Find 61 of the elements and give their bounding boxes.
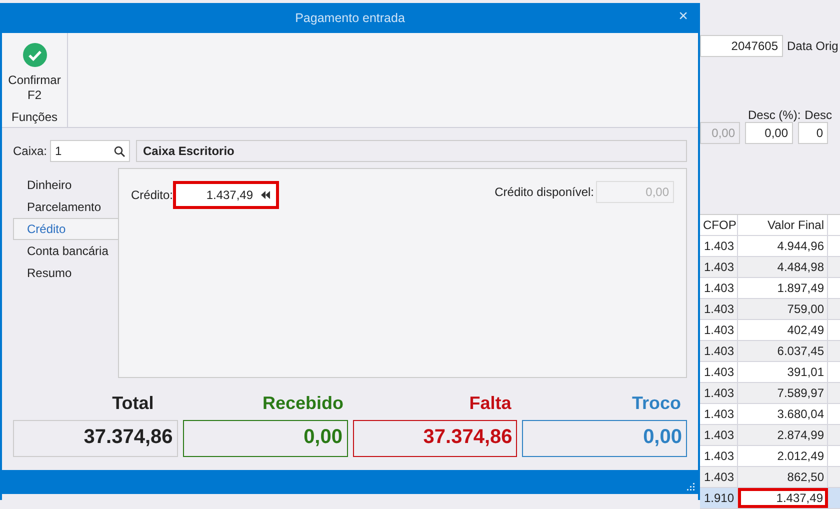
table-cell: 862,50 <box>738 467 828 487</box>
table-row[interactable]: 1.403 391,01 <box>700 362 840 383</box>
table-cell: 4.484,98 <box>738 257 828 277</box>
summary-label: Recebido <box>262 393 344 414</box>
nav-tab[interactable]: Crédito <box>13 218 118 240</box>
table-cell: 759,00 <box>738 299 828 319</box>
table-cell: 3.680,04 <box>738 404 828 424</box>
summary-value: 37.374,86 <box>352 420 518 457</box>
table-cell: 2.012,49 <box>738 446 828 466</box>
column-header: Valor Final <box>738 215 828 235</box>
summary-value: 37.374,86 <box>13 420 178 457</box>
table-row[interactable]: 1.910 1.437,49 <box>700 488 840 509</box>
credit-field[interactable]: 1.437,49 <box>173 181 280 209</box>
search-icon[interactable] <box>114 146 126 156</box>
table-cell: 1.437,49 <box>738 488 828 508</box>
table-row[interactable]: 1.403 1.897,49 <box>700 278 840 299</box>
table-row[interactable]: 1.403 4.944,96 <box>700 236 840 257</box>
resize-grip-icon[interactable] <box>687 483 695 491</box>
discount-label: Desc <box>804 108 832 122</box>
table-row[interactable]: 1.403 759,00 <box>700 299 840 320</box>
table-cell: 6.037,45 <box>738 341 828 361</box>
summary-value: 0,00 <box>522 420 687 457</box>
close-button[interactable]: × <box>678 8 688 26</box>
table-cell: 2.874,99 <box>738 425 828 445</box>
check-circle-icon <box>22 43 46 67</box>
group-label: Funções <box>11 110 58 124</box>
table-row[interactable]: 1.403 2.012,49 <box>700 446 840 467</box>
table-row[interactable]: 1.403 7.589,97 <box>700 383 840 404</box>
table-row[interactable]: 1.403 402,49 <box>700 320 840 341</box>
table-cell: 1.897,49 <box>738 278 828 298</box>
table-row[interactable]: 1.403 862,50 <box>700 467 840 488</box>
credit-label: Crédito: <box>131 188 174 202</box>
nav-tab[interactable]: Resumo <box>13 262 118 284</box>
table-row[interactable]: 1.403 6.037,45 <box>700 341 840 362</box>
nav-tab[interactable]: Dinheiro <box>13 174 118 196</box>
summary-value: 0,00 <box>182 420 348 457</box>
nav-tab[interactable]: Conta bancária <box>13 240 118 262</box>
rewind-icon[interactable] <box>261 191 270 199</box>
table-row[interactable]: 1.403 2.874,99 <box>700 425 840 446</box>
caixa-field[interactable]: 1 <box>50 140 130 162</box>
summary-label: Troco <box>632 393 682 414</box>
table-cell: 7.589,97 <box>738 383 828 403</box>
summary-label: Falta <box>469 393 512 414</box>
summary-label: Total <box>112 393 155 414</box>
confirm-button[interactable]: Confirmar F2 <box>8 43 61 103</box>
caixa-label: Caixa: <box>13 144 48 158</box>
nav-tab[interactable]: Parcelamento <box>13 196 118 218</box>
caixa-description: Caixa Escritorio <box>136 140 687 162</box>
table-cell: 4.944,96 <box>738 236 828 256</box>
discount-label: Desc (%): <box>748 108 801 122</box>
available-credit-field: 0,00 <box>596 181 674 203</box>
table-row[interactable]: 1.403 3.680,04 <box>700 404 840 425</box>
document-number-field[interactable]: 2047605 <box>700 35 783 57</box>
discount-field[interactable]: 0,00 <box>745 122 793 144</box>
table-row[interactable]: 1.403 4.484,98 <box>700 257 840 278</box>
table-cell: 402,49 <box>738 320 828 340</box>
available-credit-label: Crédito disponível: <box>494 185 594 199</box>
window-title: Pagamento entrada <box>295 11 405 25</box>
date-label: Data Orig <box>787 39 838 53</box>
table-cell: 391,01 <box>738 362 828 382</box>
discount-field[interactable]: 0 <box>798 122 828 144</box>
